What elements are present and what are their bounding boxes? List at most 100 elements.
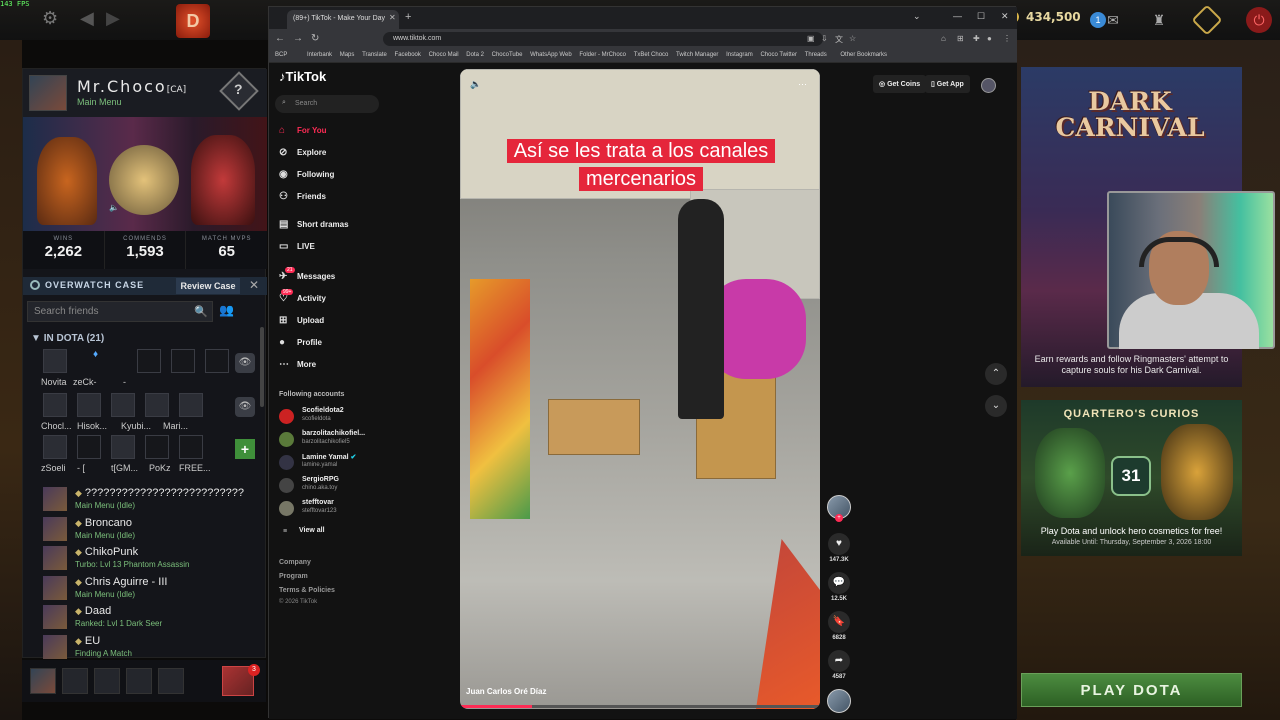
party-slot[interactable] xyxy=(62,668,88,694)
friend-avatar[interactable] xyxy=(179,393,203,417)
friend-avatar[interactable] xyxy=(43,435,67,459)
friend-avatar[interactable] xyxy=(171,349,195,373)
back-icon[interactable]: ← xyxy=(275,33,285,44)
bookmark-item[interactable]: WhatsApp Web xyxy=(530,52,572,58)
bookmark-item[interactable]: Instagram xyxy=(726,52,753,58)
nav-live[interactable]: ▭ LIVE xyxy=(279,241,379,259)
party-slot[interactable] xyxy=(158,668,184,694)
reload-icon[interactable]: ↻ xyxy=(311,33,319,44)
bookmark-item[interactable]: Choco Twitter xyxy=(760,52,797,58)
friend-avatar[interactable] xyxy=(111,393,135,417)
comment-icon[interactable]: 💬 xyxy=(828,572,850,594)
translate-icon[interactable]: 文 xyxy=(835,34,843,45)
view-all-link[interactable]: View all xyxy=(299,527,325,534)
bookmark-item[interactable]: Translate xyxy=(362,52,387,58)
quarteros-curios-panel[interactable]: QUARTERO'S CURIOS 31 Play Dota and unloc… xyxy=(1021,400,1242,556)
install-icon[interactable]: ⇩ xyxy=(821,34,828,43)
friend-avatar[interactable] xyxy=(43,349,67,373)
music-disc[interactable] xyxy=(825,689,853,713)
new-tab-icon[interactable]: + xyxy=(405,11,411,23)
list-item[interactable]: ◆?????????????????????????? Main Menu (Id… xyxy=(41,485,271,513)
nav-explore[interactable]: ⊘ Explore xyxy=(279,147,379,165)
tiktok-search-input[interactable]: Search xyxy=(275,95,379,113)
in-dota-header[interactable]: ▼ IN DOTA (21) xyxy=(31,333,104,344)
forward-arrow-icon[interactable]: ▶ xyxy=(106,8,120,29)
tiktok-logo[interactable]: ♪TikTok xyxy=(279,69,326,84)
get-app-button[interactable]: ▯ Get App xyxy=(925,75,970,93)
add-friend-icon[interactable]: 👥 xyxy=(219,303,234,317)
profile-avatar[interactable] xyxy=(29,75,67,111)
close-window-icon[interactable]: ✕ xyxy=(1001,11,1009,22)
nav-upload[interactable]: ⊞ Upload xyxy=(279,315,379,333)
share-icon[interactable]: ➦ xyxy=(828,650,850,672)
friend-avatar[interactable] xyxy=(43,393,67,417)
friend-avatar[interactable] xyxy=(145,435,169,459)
friend-avatar[interactable] xyxy=(145,393,169,417)
following-account[interactable]: Lamine Yamal ✔ lamine.yamal xyxy=(279,453,389,475)
search-icon[interactable]: 🔍 xyxy=(194,305,208,318)
get-coins-button[interactable]: ◎ Get Coins xyxy=(873,75,927,93)
plus-icon[interactable] xyxy=(1191,4,1223,36)
footer-program[interactable]: Program xyxy=(279,573,308,580)
forward-icon[interactable]: → xyxy=(293,33,303,44)
spectate-eye-icon[interactable]: 👁 xyxy=(235,397,255,417)
nav-short-dramas[interactable]: ▤ Short dramas xyxy=(279,219,379,237)
menu-kebab-icon[interactable]: ⋮ xyxy=(1003,34,1011,43)
invite-plus-icon[interactable]: + xyxy=(235,439,255,459)
tab-tiktok[interactable]: (89+) TikTok - Make Your Day xyxy=(287,10,399,29)
follow-plus-icon[interactable]: + xyxy=(835,514,843,522)
party-slot[interactable] xyxy=(126,668,152,694)
close-tab-icon[interactable]: ✕ xyxy=(389,13,396,22)
profile-avatar-icon[interactable]: ● xyxy=(987,34,992,43)
friend-avatar[interactable]: ♦ xyxy=(93,349,117,373)
following-account[interactable]: barzolitachikofiel... barzolitachikofiel5 xyxy=(279,430,389,452)
mail-icon[interactable]: ✉ xyxy=(1100,7,1126,33)
bookmark-item[interactable]: BCP xyxy=(275,52,287,58)
nav-messages[interactable]: ✈ Messages xyxy=(279,271,379,289)
footer-terms[interactable]: Terms & Policies xyxy=(279,587,335,594)
bookmark-item[interactable]: Threads xyxy=(805,52,827,58)
tab-list-chevron-icon[interactable]: ⌄ xyxy=(913,11,921,22)
friend-avatar[interactable] xyxy=(77,435,101,459)
nav-following[interactable]: ◉ Following xyxy=(279,169,379,187)
friend-avatar[interactable] xyxy=(77,393,101,417)
bookmark-item[interactable]: Choco Mail xyxy=(429,52,459,58)
nav-activity[interactable]: ♡ Activity xyxy=(279,293,379,311)
screenshot-icon[interactable]: ▣ xyxy=(807,34,815,43)
footer-company[interactable]: Company xyxy=(279,559,311,566)
more-options-icon[interactable]: ⋯ xyxy=(798,79,807,90)
minimize-icon[interactable]: — xyxy=(953,11,962,21)
save-action[interactable]: 🔖 6828 xyxy=(825,611,853,641)
extension-icon[interactable]: ⊞ xyxy=(957,34,964,43)
my-avatar[interactable] xyxy=(30,668,56,694)
dota-logo-icon[interactable]: D xyxy=(176,4,210,38)
share-action[interactable]: ➦ 4587 xyxy=(825,650,853,680)
profile-name[interactable]: Mr.Choco[CA] xyxy=(77,77,186,96)
search-friends-input[interactable]: Search friends xyxy=(27,301,213,322)
bookmark-star-icon[interactable]: ☆ xyxy=(849,34,856,43)
bookmark-item[interactable]: Maps xyxy=(340,52,355,58)
extensions-puzzle-icon[interactable]: ✚ xyxy=(973,34,980,43)
user-avatar[interactable] xyxy=(981,78,996,93)
friend-avatar[interactable] xyxy=(179,435,203,459)
back-arrow-icon[interactable]: ◀ xyxy=(80,8,94,29)
chevron-down-icon[interactable]: ⌄ xyxy=(985,395,1007,417)
address-bar[interactable]: www.tiktok.com xyxy=(383,32,823,46)
heart-icon[interactable]: ♥ xyxy=(828,533,850,555)
chevron-up-icon[interactable]: ⌃ xyxy=(985,363,1007,385)
following-account[interactable]: stefftovar stefftovar123 xyxy=(279,499,389,521)
close-icon[interactable]: ✕ xyxy=(249,278,259,292)
creator-avatar-button[interactable]: + xyxy=(825,495,853,522)
list-item[interactable]: ◆ Chris Aguirre - III Main Menu (Idle) xyxy=(41,574,271,602)
spectate-eye-icon[interactable]: 👁 xyxy=(235,353,255,373)
nav-friends[interactable]: ⚇ Friends xyxy=(279,191,379,209)
friend-avatar[interactable] xyxy=(205,349,229,373)
armory-icon[interactable]: ♜ xyxy=(1146,7,1172,33)
review-case-button[interactable]: Review Case xyxy=(176,278,240,294)
speaker-icon[interactable]: 🔈 xyxy=(109,203,119,212)
volume-icon[interactable]: 🔈 xyxy=(470,79,481,90)
video-player[interactable]: 🔈 ⋯ Así se les trata a los canales mercen… xyxy=(460,69,820,709)
following-account[interactable]: SergioRPG chino.aka.toy xyxy=(279,476,389,498)
nav-more[interactable]: ⋯ More xyxy=(279,359,379,377)
friend-avatar[interactable] xyxy=(137,349,161,373)
